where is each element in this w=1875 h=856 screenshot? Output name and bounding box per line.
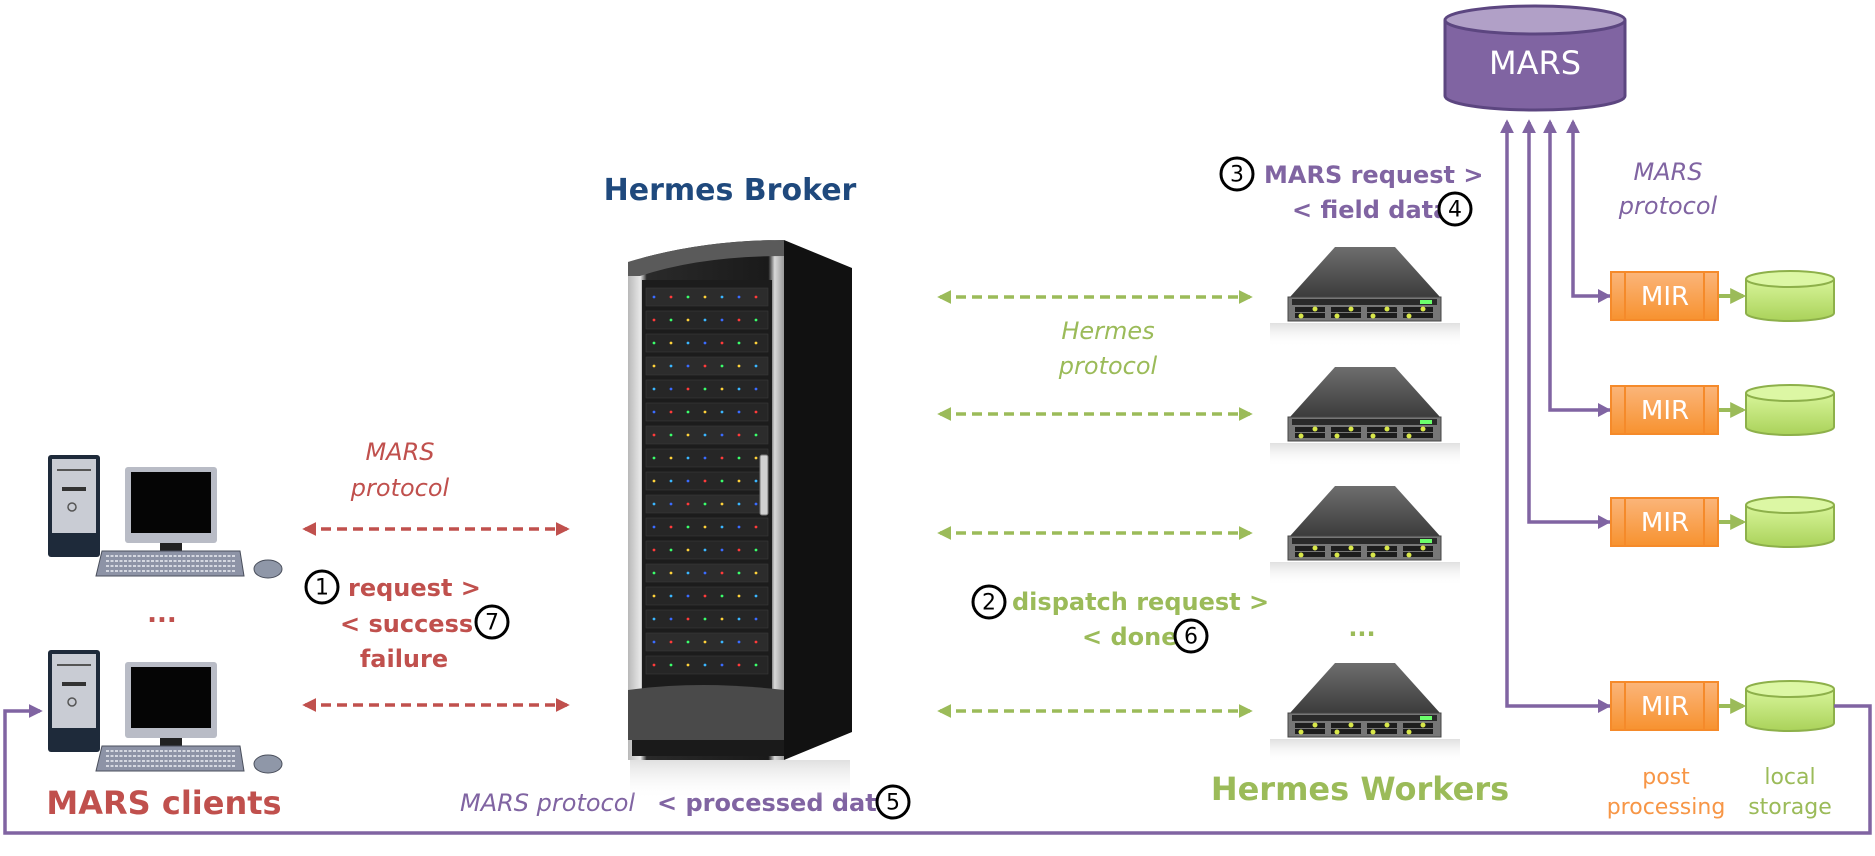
desktop-computer-icon — [48, 455, 283, 579]
step6-badge: 6 — [1173, 618, 1209, 654]
rack-server-unit-icon — [1270, 486, 1460, 586]
local-storage-cylinder-icon — [1745, 680, 1835, 732]
connector-line — [1543, 119, 1611, 412]
client-protocol-label-line2: protocol — [350, 474, 450, 502]
workers-title: Hermes Workers — [1211, 770, 1509, 808]
step4-label: < field data — [1292, 196, 1449, 224]
local-storage-label: local — [1764, 765, 1815, 790]
connector-line — [1566, 119, 1611, 298]
svg-text:5: 5 — [886, 791, 900, 816]
step6-label: < done — [1082, 623, 1178, 651]
hermes-workers — [1270, 247, 1460, 763]
step7-label: < success / — [340, 610, 490, 638]
clients-title: MARS clients — [46, 784, 281, 822]
mir-pipeline-row: MIR — [1610, 496, 1835, 548]
mir-pipeline-row: MIR — [1610, 384, 1835, 436]
step5-badge: 5 — [875, 784, 911, 820]
rack-server-unit-icon — [1270, 663, 1460, 763]
arrowhead-icon — [1598, 515, 1611, 529]
broker-title: Hermes Broker — [604, 173, 857, 208]
workers-ellipsis: ... — [1348, 614, 1375, 642]
mir-node: MIR — [1610, 681, 1719, 731]
connector-line — [1522, 119, 1611, 524]
step3-badge: 3 — [1219, 156, 1255, 192]
step2-badge: 2 — [971, 584, 1007, 620]
step4-badge: 4 — [1437, 191, 1473, 227]
arrowhead-icon — [1598, 403, 1611, 417]
svg-text:3: 3 — [1230, 163, 1244, 188]
arrowhead-icon — [1598, 699, 1611, 713]
step1-label: request > — [348, 574, 481, 602]
hermes-protocol-label-line2: protocol — [1058, 352, 1158, 380]
step1-badge: 1 — [304, 569, 340, 605]
rack-server-unit-icon — [1270, 247, 1460, 347]
mars-protocol-label-right-line2: protocol — [1618, 192, 1718, 220]
mir-node-label: MIR — [1641, 692, 1689, 722]
processed-data-return-line — [3, 704, 1872, 835]
local-storage-cylinder-icon — [1745, 384, 1835, 436]
rack-server-unit-icon — [1270, 367, 1460, 467]
svg-text:6: 6 — [1184, 625, 1198, 650]
hermes-protocol-label: Hermes — [1061, 317, 1154, 345]
mir-pipeline-rows: MIR MIR MIR MIR — [1610, 270, 1835, 732]
client-protocol-label: MARS — [365, 438, 434, 466]
step3-label: MARS request > — [1264, 161, 1483, 189]
local-storage-cylinder-icon — [1745, 496, 1835, 548]
post-processing-label: post — [1642, 765, 1690, 790]
arrowhead-icon — [1598, 289, 1611, 303]
local-storage-label-line2: storage — [1748, 795, 1832, 820]
svg-text:7: 7 — [485, 611, 499, 636]
mir-input-arrowheads — [1598, 289, 1611, 713]
mars-database: MARS — [1443, 4, 1627, 112]
mir-pipeline-row: MIR — [1610, 270, 1835, 322]
step7-badge: 7 — [474, 604, 510, 640]
mars-database-label: MARS — [1489, 44, 1581, 82]
mir-node: MIR — [1610, 271, 1719, 321]
post-processing-label-line2: processing — [1607, 795, 1726, 820]
connector-line — [1500, 119, 1611, 708]
step2-label: dispatch request > — [1012, 588, 1269, 616]
server-rack-icon — [628, 240, 852, 800]
svg-text:1: 1 — [315, 576, 329, 601]
mir-node: MIR — [1610, 497, 1719, 547]
svg-text:4: 4 — [1448, 198, 1462, 223]
architecture-diagram: MARS MARS protocol MIR MIR MIR MIR post pro… — [3, 4, 1872, 835]
return-protocol-label: MARS protocol — [460, 789, 635, 817]
local-storage-cylinder-icon — [1745, 270, 1835, 322]
mir-node-label: MIR — [1641, 508, 1689, 538]
mir-node-label: MIR — [1641, 396, 1689, 426]
mars-protocol-label-right: MARS — [1633, 158, 1702, 186]
mir-node-label: MIR — [1641, 282, 1689, 312]
desktop-computer-icon — [48, 650, 283, 774]
mir-to-mars-connectors — [1500, 119, 1611, 708]
mir-pipeline-row: MIR — [1610, 680, 1835, 732]
mir-node: MIR — [1610, 385, 1719, 435]
clients-ellipsis: ... — [147, 599, 177, 629]
step7-label-line2: failure — [360, 645, 448, 673]
svg-text:2: 2 — [982, 591, 996, 616]
